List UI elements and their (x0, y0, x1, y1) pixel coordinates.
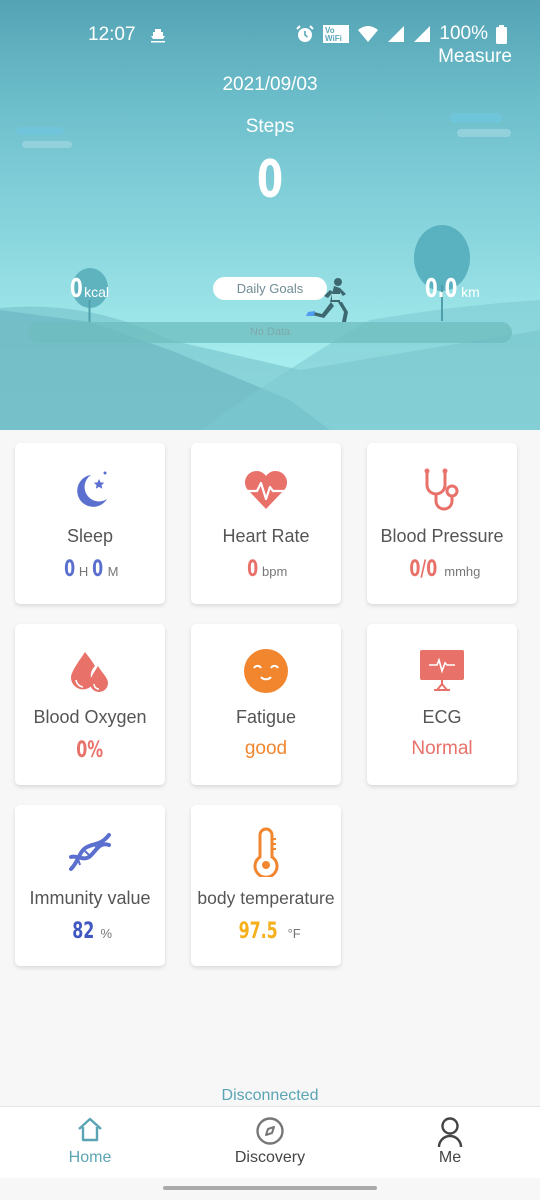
boat-icon (151, 29, 165, 43)
immunity-value: 82 % (15, 919, 165, 944)
dna-icon (69, 833, 111, 871)
nav-home-label: Home (68, 1149, 112, 1166)
blood-pressure-unit: mmhg (444, 564, 481, 579)
blood-oxygen-value: 0% (15, 738, 165, 763)
blood-pressure-value: 0/0 mmhg (367, 557, 517, 582)
nav-home[interactable]: Home (0, 1107, 180, 1179)
battery-percentage: 100% (439, 23, 488, 44)
person-icon (437, 1117, 463, 1148)
steps-label: Steps (245, 116, 295, 137)
immunity-number: 82 (72, 919, 95, 944)
drops-icon (71, 652, 108, 692)
nav-discovery[interactable]: Discovery (180, 1107, 360, 1179)
blood-oxygen-number: 0% (76, 738, 104, 763)
fatigue-value: good (191, 738, 341, 760)
sleep-card[interactable]: Sleep 0 H 0 M (15, 443, 165, 604)
vowifi-icon: Vo WiFi (323, 25, 350, 43)
calories-stat: 0 kcal (70, 274, 109, 304)
sleep-hours: 0 (63, 557, 75, 582)
temperature-label: body temperature (197, 888, 335, 908)
heart-rate-label: Heart Rate (222, 526, 310, 546)
fatigue-status: good (244, 738, 288, 759)
heart-pulse-icon (244, 470, 288, 509)
blood-oxygen-card[interactable]: Blood Oxygen 0% (15, 624, 165, 785)
alarm-icon (296, 25, 315, 42)
svg-text:WiFi: WiFi (325, 34, 342, 43)
distance-value: 0.0 (425, 274, 458, 304)
blood-pressure-card[interactable]: Blood Pressure 0/0 mmhg (367, 443, 517, 604)
thermometer-icon (253, 827, 279, 877)
smiley-icon (244, 649, 288, 693)
home-icon (78, 1117, 102, 1142)
wifi-icon (358, 26, 379, 42)
battery-icon (496, 24, 507, 44)
status-icons: Vo WiFi 100% (295, 23, 507, 45)
distance-stat: 0.0 km (425, 274, 480, 304)
fatigue-label: Fatigue (235, 707, 297, 727)
date-label[interactable]: 2021/09/03 (0, 74, 540, 96)
sleep-label: Sleep (66, 526, 114, 546)
sleep-hours-unit: H (78, 564, 89, 579)
sleep-minutes: 0 (92, 557, 104, 582)
sleep-value: 0 H 0 M (15, 557, 165, 582)
nav-me[interactable]: Me (360, 1107, 540, 1179)
blood-oxygen-label: Blood Oxygen (33, 707, 147, 727)
home-indicator[interactable] (163, 1186, 377, 1190)
header-banner: 12:07 Vo WiFi 100% Measure 2021/09/03 St… (0, 0, 540, 430)
heart-rate-number: 0 (246, 557, 258, 582)
status-time: 12:07 (88, 24, 136, 45)
progress-text: No Data (249, 326, 291, 338)
nav-me-label: Me (438, 1149, 462, 1166)
calories-value: 0 (70, 274, 83, 304)
stethoscope-icon (424, 468, 459, 511)
immunity-label: Immunity value (29, 888, 151, 908)
heart-rate-card[interactable]: Heart Rate 0 bpm (191, 443, 341, 604)
ecg-card[interactable]: ECG Normal (367, 624, 517, 785)
heart-rate-value: 0 bpm (191, 557, 341, 582)
ecg-value: Normal (367, 738, 517, 760)
heart-rate-unit: bpm (262, 564, 288, 579)
runner-illustration (306, 278, 348, 322)
monitor-ecg-icon (420, 650, 464, 691)
compass-icon (256, 1117, 284, 1145)
temperature-value: 97.5 °F (191, 919, 341, 944)
calories-unit: kcal (84, 284, 109, 300)
temperature-number: 97.5 (238, 919, 278, 944)
distance-unit: km (461, 284, 480, 300)
blood-pressure-label: Blood Pressure (380, 526, 504, 546)
immunity-card[interactable]: Immunity value 82 % (15, 805, 165, 966)
ecg-status: Normal (411, 738, 473, 759)
moon-star-icon (77, 471, 107, 507)
sleep-minutes-unit: M (107, 564, 119, 579)
ecg-label: ECG (422, 707, 462, 727)
nav-discovery-label: Discovery (234, 1149, 306, 1166)
temperature-unit: °F (287, 926, 301, 941)
signal-icon (388, 26, 405, 42)
fatigue-card[interactable]: Fatigue good (191, 624, 341, 785)
temperature-card[interactable]: body temperature 97.5 °F (191, 805, 341, 966)
blood-pressure-number: 0/0 (409, 557, 437, 582)
daily-goal-progress-bar: No Data (28, 322, 512, 343)
measure-button[interactable]: Measure (438, 46, 512, 68)
steps-value: 0 (256, 150, 284, 210)
bottom-nav: Home Discovery Me (0, 1106, 540, 1178)
connection-status[interactable]: Disconnected (0, 1087, 540, 1105)
immunity-unit: % (100, 926, 113, 941)
signal-icon (414, 26, 431, 42)
